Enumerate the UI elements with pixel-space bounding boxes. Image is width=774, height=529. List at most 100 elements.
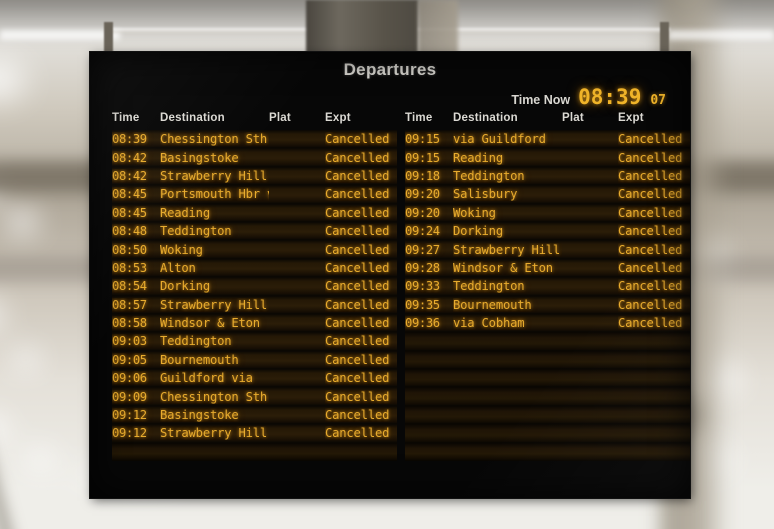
departure-time: 09:03 — [112, 334, 147, 349]
departure-time: 09:15 — [405, 132, 440, 147]
departure-time: 08:53 — [112, 260, 147, 275]
departure-time: 08:48 — [112, 224, 147, 239]
departure-row: 09:24 Dorking Cancelled — [405, 221, 690, 241]
departure-destination: Basingstoke — [160, 150, 239, 165]
departure-destination: Strawberry Hill — [453, 242, 561, 257]
departure-destination: Bournemouth — [453, 297, 532, 312]
departure-row-empty — [405, 332, 690, 351]
departure-expected: Cancelled — [618, 242, 683, 257]
mounting-bracket-left — [104, 22, 113, 52]
departure-time: 09:20 — [405, 187, 440, 202]
departure-row: 09:18 Teddington Cancelled — [405, 166, 690, 186]
board-title: Departures — [343, 60, 437, 79]
departure-destination: Teddington — [160, 334, 232, 349]
departure-expected: Cancelled — [325, 205, 390, 220]
departure-destination: Woking — [453, 205, 496, 220]
departure-time: 09:24 — [405, 224, 440, 239]
departure-row: 09:03 Teddington Cancelled — [112, 332, 397, 351]
departure-row: 08:54 Dorking Cancelled — [112, 277, 397, 296]
departure-time: 09:06 — [112, 371, 147, 386]
departure-board: Departures Time Now 08:39 07 Time Destina… — [90, 52, 690, 498]
departures-column-left: Time Destination Plat Expt 08:39 Chessing… — [112, 110, 397, 462]
departure-row: 08:42 Strawberry Hill Cancelled — [112, 166, 397, 186]
departure-time: 09:09 — [112, 389, 147, 404]
departure-time: 09:12 — [112, 408, 147, 423]
column-header-right: Time Destination Plat Expt — [405, 110, 690, 126]
departure-expected: Cancelled — [325, 389, 390, 404]
departure-expected: Cancelled — [618, 168, 683, 183]
departure-destination: Reading — [160, 205, 210, 220]
departure-time: 09:28 — [405, 260, 440, 275]
departure-time: 09:15 — [405, 150, 440, 165]
departure-destination: Chessington Sth — [160, 389, 268, 404]
header-time: Time — [405, 112, 433, 124]
header-expt: Expt — [325, 112, 351, 124]
departures-column-right: Time Destination Plat Expt 09:15 via Guil… — [405, 110, 690, 462]
departure-time: 08:58 — [112, 316, 147, 331]
departure-rows-left: 08:39 Chessington Sth Cancelled 08:42 Basing… — [112, 130, 397, 462]
departure-destination: Guildford via — [160, 371, 253, 386]
departure-time: 09:05 — [112, 352, 147, 367]
departure-expected: Cancelled — [325, 426, 390, 441]
departure-time: 09:33 — [405, 279, 440, 294]
departure-row: 08:58 Windsor & Eton Cancelled — [112, 313, 397, 333]
departure-expected: Cancelled — [325, 187, 390, 202]
departure-row: 09:35 Bournemouth Cancelled — [405, 295, 690, 314]
departure-row: 08:48 Teddington Cancelled — [112, 221, 397, 241]
departure-expected: Cancelled — [325, 371, 390, 386]
departure-destination: Chessington Sth — [160, 132, 268, 147]
departure-rows-right: 09:15 via Guildford Cancelled 09:15 Reading C… — [405, 130, 690, 462]
departure-row: 08:39 Chessington Sth Cancelled — [112, 130, 397, 149]
departure-row: 09:12 Strawberry Hill Cancelled — [112, 424, 397, 443]
departure-expected: Cancelled — [618, 205, 683, 220]
departure-row: 08:42 Basingstoke Cancelled — [112, 148, 397, 167]
departure-expected: Cancelled — [325, 334, 390, 349]
header-plat: Plat — [269, 112, 291, 124]
departure-row-empty — [405, 350, 690, 370]
departure-row: 09:20 Salisbury Cancelled — [405, 185, 690, 204]
departure-destination: Bournemouth — [160, 352, 239, 367]
departures-columns: Time Destination Plat Expt 08:39 Chessing… — [90, 110, 690, 462]
departure-row-empty — [405, 442, 690, 462]
header-plat: Plat — [562, 112, 584, 124]
departure-expected: Cancelled — [618, 316, 683, 331]
clock-time: 08:39 — [578, 85, 642, 109]
departure-row: 09:15 via Guildford Cancelled — [405, 130, 690, 149]
departure-time: 08:39 — [112, 132, 147, 147]
departure-destination: Portsmouth Hbr via — [160, 187, 269, 202]
departure-expected: Cancelled — [618, 297, 683, 312]
departure-destination: Salisbury — [453, 187, 518, 202]
departure-time: 09:27 — [405, 242, 440, 257]
departure-expected: Cancelled — [325, 132, 390, 147]
departure-time: 08:45 — [112, 205, 147, 220]
departure-time: 09:36 — [405, 316, 440, 331]
departure-time: 08:42 — [112, 150, 147, 165]
departure-row: 08:45 Portsmouth Hbr via Cancelled — [112, 185, 397, 204]
departure-destination: Teddington — [453, 168, 525, 183]
departure-expected: Cancelled — [325, 279, 390, 294]
departure-destination: via Guildford — [453, 132, 546, 147]
departure-expected: Cancelled — [618, 150, 683, 165]
background-glass-right — [668, 30, 774, 40]
departure-destination: Strawberry Hill — [160, 168, 268, 183]
departure-row: 08:53 Alton Cancelled — [112, 258, 397, 278]
departure-row: 08:45 Reading Cancelled — [112, 203, 397, 222]
departure-expected: Cancelled — [325, 242, 390, 257]
departure-row-empty — [405, 405, 690, 425]
departure-row-empty — [405, 387, 690, 406]
header-time: Time — [112, 112, 140, 124]
departure-row: 08:50 Woking Cancelled — [112, 240, 397, 259]
departure-expected: Cancelled — [325, 150, 390, 165]
departure-row: 09:05 Bournemouth Cancelled — [112, 350, 397, 370]
departure-time: 09:20 — [405, 205, 440, 220]
departure-row: 09:33 Teddington Cancelled — [405, 277, 690, 296]
departure-row: 09:12 Basingstoke Cancelled — [112, 405, 397, 425]
departure-destination: Alton — [160, 260, 196, 275]
header-destination: Destination — [160, 112, 225, 124]
column-header-left: Time Destination Plat Expt — [112, 110, 397, 126]
departure-expected: Cancelled — [325, 224, 390, 239]
departure-expected: Cancelled — [618, 260, 683, 275]
departure-row-empty — [405, 424, 690, 443]
clock-seconds: 07 — [650, 93, 666, 108]
departure-destination: Strawberry Hill — [160, 297, 268, 312]
